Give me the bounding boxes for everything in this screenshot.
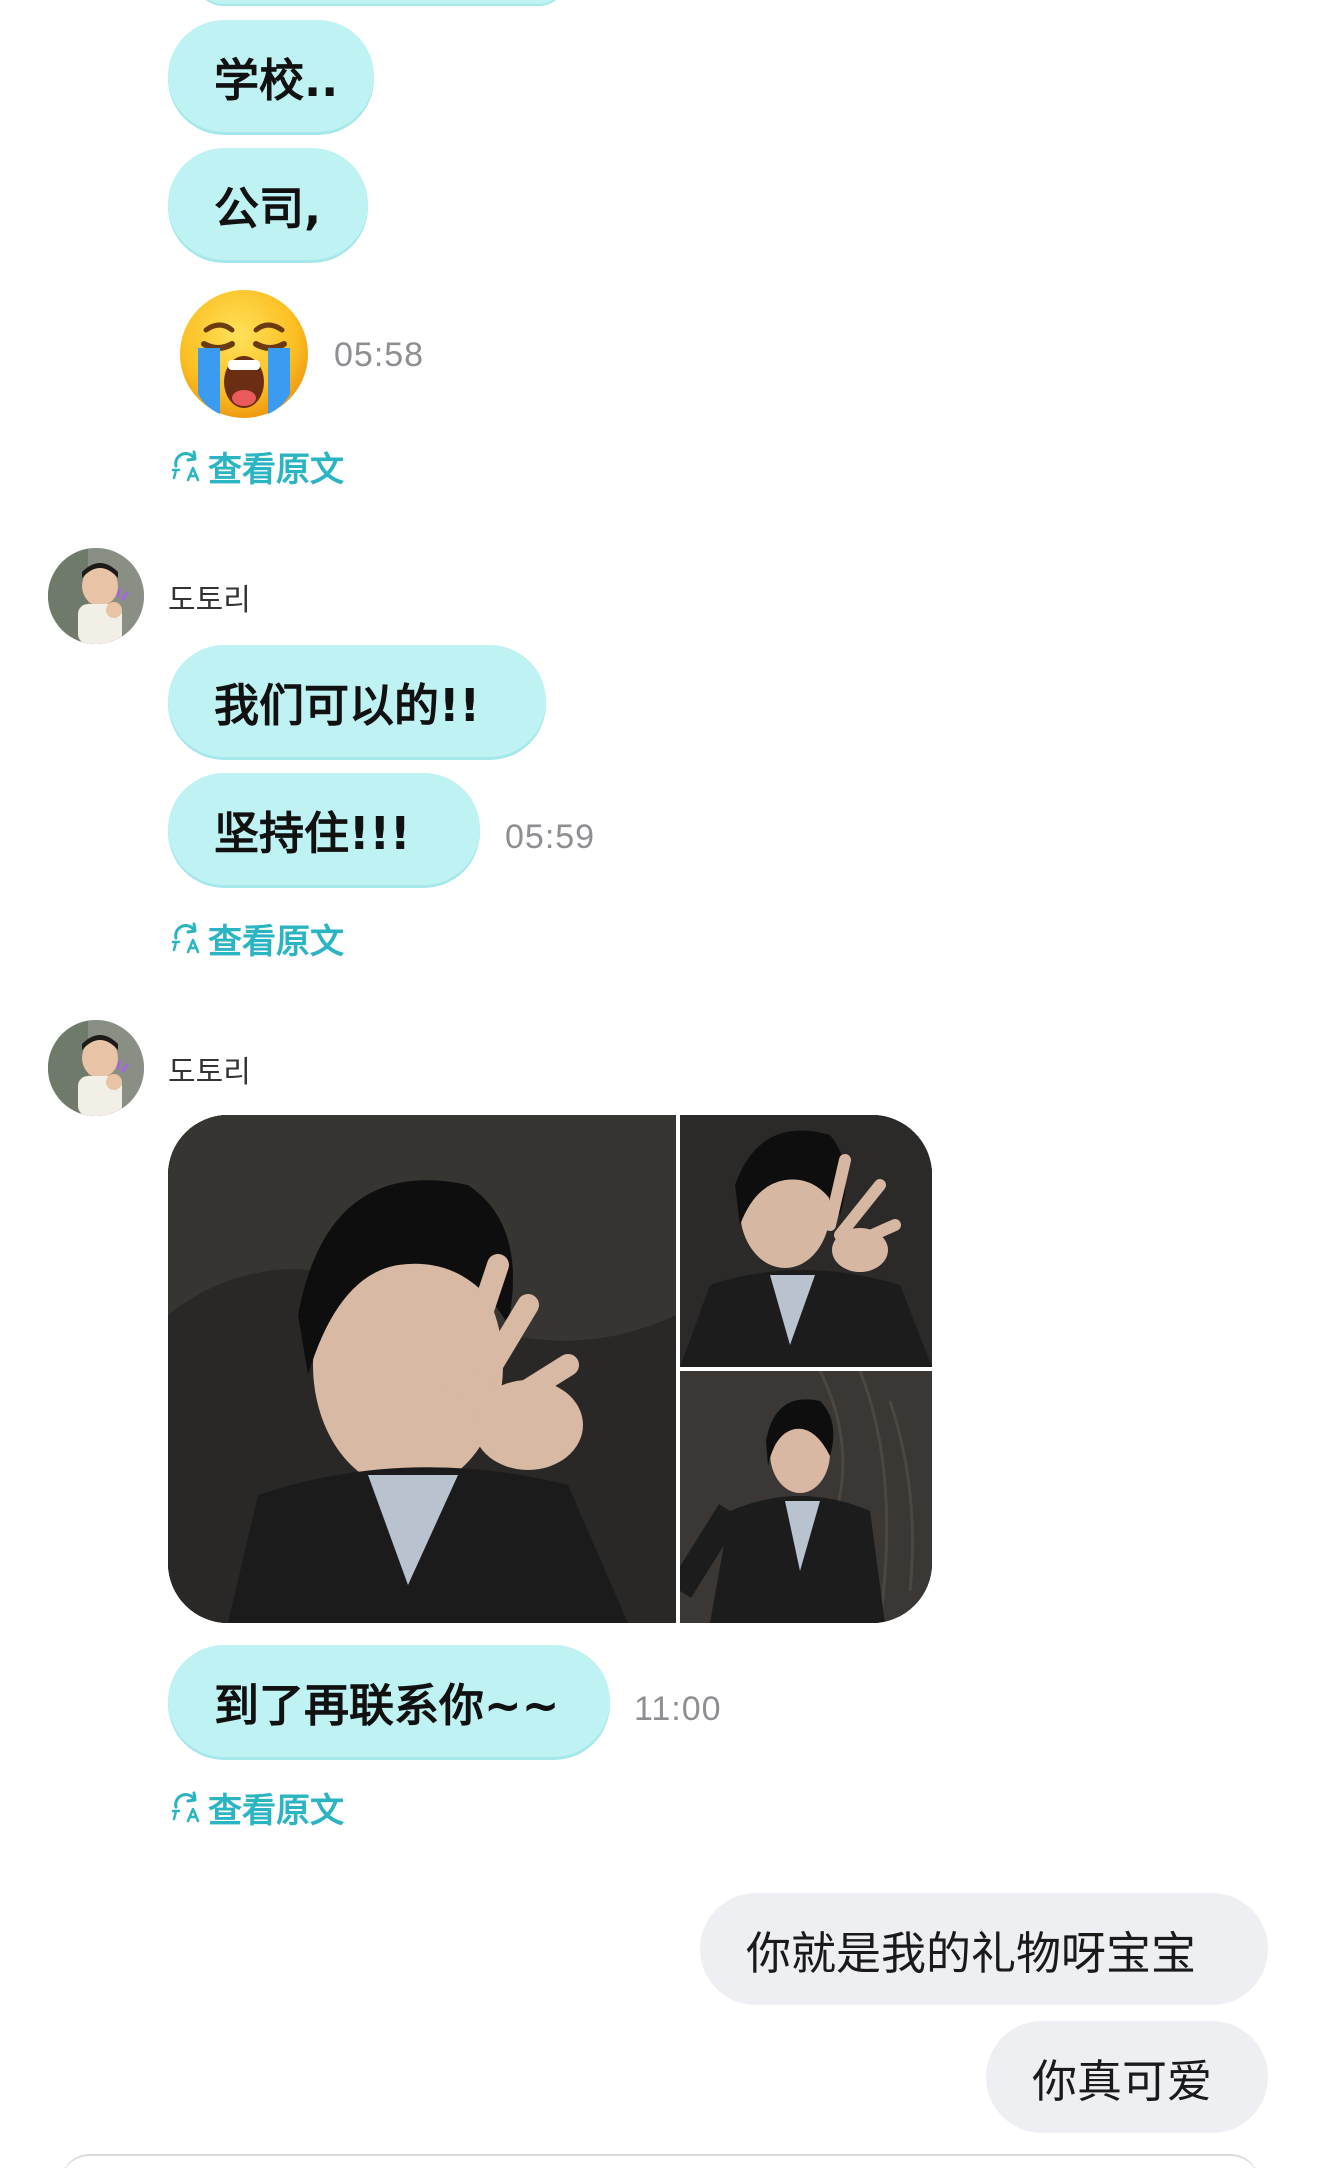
- loudly-crying-emoji-message[interactable]: [176, 286, 312, 422]
- photo-thumbnail[interactable]: [680, 1115, 932, 1367]
- message-text: 坚持住!!!: [214, 806, 411, 860]
- message-text: 你真可爱: [1032, 2054, 1213, 2108]
- message-text: 你就是我的礼物呀宝宝: [746, 1926, 1197, 1980]
- message-timestamp: 11:00: [634, 1690, 722, 1728]
- view-original-label: 查看原文: [208, 449, 344, 490]
- message-text: 到了再联系你~~: [214, 1678, 560, 1732]
- outgoing-message-bubble[interactable]: 你就是我的礼物呀宝宝: [700, 1893, 1268, 2005]
- message-bubble[interactable]: 到了再联系你~~: [168, 1645, 610, 1757]
- view-original-label: 查看原文: [208, 1790, 344, 1831]
- translate-icon: [171, 1791, 200, 1823]
- selfie-photo-icon: [680, 1115, 932, 1367]
- loudly-crying-face-icon: [180, 290, 308, 418]
- translate-icon: [171, 922, 200, 954]
- message-bubble[interactable]: 坚持住!!!: [168, 773, 480, 885]
- message-bubble[interactable]: 学校..: [168, 20, 374, 132]
- child-photo-avatar-icon: [48, 548, 144, 644]
- selfie-photo-icon: [680, 1371, 932, 1623]
- sender-avatar[interactable]: [48, 548, 144, 644]
- view-original-link[interactable]: 查看原文: [168, 444, 344, 490]
- view-original-link[interactable]: 查看原文: [168, 1785, 344, 1831]
- sender-avatar[interactable]: [48, 1020, 144, 1116]
- outgoing-message-bubble[interactable]: 你真可爱: [986, 2021, 1268, 2133]
- photo-thumbnail[interactable]: [680, 1371, 932, 1623]
- partial-message-bubble[interactable]: [195, 0, 567, 4]
- view-original-link[interactable]: 查看原文: [168, 916, 344, 962]
- child-photo-avatar-icon: [48, 1020, 144, 1116]
- message-text: 公司,: [214, 181, 322, 235]
- message-timestamp: 05:59: [505, 818, 596, 856]
- message-input-bar-edge: [60, 2154, 1260, 2168]
- message-timestamp: 05:58: [334, 336, 425, 374]
- sender-name: 도토리: [168, 583, 251, 618]
- message-bubble[interactable]: 公司,: [168, 148, 368, 260]
- message-text: 学校..: [214, 53, 339, 107]
- photo-thumbnail[interactable]: [168, 1115, 676, 1623]
- translate-icon: [171, 450, 200, 482]
- photo-album-message[interactable]: [168, 1115, 932, 1623]
- selfie-photo-icon: [168, 1115, 676, 1623]
- message-text: 我们可以的!!: [214, 678, 481, 732]
- view-original-label: 查看原文: [208, 921, 344, 962]
- message-bubble[interactable]: 我们可以的!!: [168, 645, 546, 757]
- sender-name: 도토리: [168, 1055, 251, 1090]
